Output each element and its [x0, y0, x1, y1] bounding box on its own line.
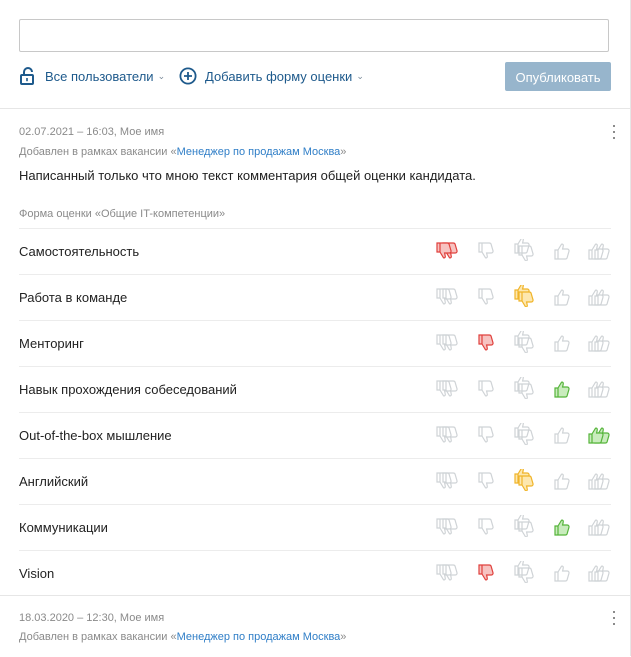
thumb-up-icon[interactable]	[553, 334, 571, 354]
comment-input[interactable]	[19, 19, 609, 52]
thumb-up-icon[interactable]	[553, 380, 571, 400]
comment-entry: 18.03.2020 – 12:30, Мое имя Добавлен в р…	[0, 595, 630, 657]
competency-label: Коммуникации	[19, 520, 108, 535]
more-vertical-icon[interactable]	[612, 611, 616, 625]
comment-context: Добавлен в рамках вакансии «Менеджер по …	[19, 631, 346, 643]
assessment-row: Самостоятельность	[19, 228, 611, 274]
assessment-row: Vision	[19, 550, 611, 596]
thumb-up-icon[interactable]	[553, 518, 571, 538]
context-suffix: »	[340, 146, 347, 158]
competency-label: Английский	[19, 474, 89, 489]
assessment-row: Менторинг	[19, 320, 611, 366]
thumbs-sideways-icon[interactable]	[513, 561, 535, 583]
rating-selector	[435, 551, 611, 596]
comment-meta-date: 02.07.2021 – 16:03, Мое имя	[19, 126, 165, 138]
rating-selector	[435, 413, 611, 458]
vacancy-link[interactable]: Менеджер по продажам Москва	[177, 631, 341, 643]
thumbs-sideways-icon[interactable]	[513, 469, 535, 491]
double-thumbs-down-icon[interactable]	[435, 564, 459, 584]
double-thumbs-down-icon[interactable]	[435, 472, 459, 492]
comment-context: Добавлен в рамках вакансии «Менеджер по …	[19, 146, 346, 158]
rating-selector	[435, 229, 611, 274]
publish-button[interactable]: Опубликовать	[505, 62, 611, 91]
double-thumbs-up-icon[interactable]	[587, 564, 611, 584]
context-suffix: »	[340, 631, 347, 643]
comment-entry: 02.07.2021 – 16:03, Мое имя Добавлен в р…	[0, 108, 630, 595]
thumbs-sideways-icon[interactable]	[513, 515, 535, 537]
assessment-row: Английский	[19, 458, 611, 504]
thumb-up-icon[interactable]	[553, 426, 571, 446]
double-thumbs-down-icon[interactable]	[435, 518, 459, 538]
context-prefix: Добавлен в рамках вакансии «	[19, 146, 177, 158]
double-thumbs-down-icon[interactable]	[435, 380, 459, 400]
context-prefix: Добавлен в рамках вакансии «	[19, 631, 177, 643]
double-thumbs-up-icon[interactable]	[587, 288, 611, 308]
thumbs-sideways-icon[interactable]	[513, 331, 535, 353]
thumb-down-icon[interactable]	[477, 288, 495, 308]
competency-label: Самостоятельность	[19, 244, 140, 259]
assessment-row: Out-of-the-box мышление	[19, 412, 611, 458]
lock-icon	[20, 67, 34, 85]
thumb-down-icon[interactable]	[477, 334, 495, 354]
vacancy-link[interactable]: Менеджер по продажам Москва	[177, 146, 341, 158]
assessment-form-title: Форма оценки «Общие IT-компетенции»	[19, 208, 226, 220]
assessment-rows: Самостоятельность Работа в команде Ментори…	[19, 228, 611, 596]
thumb-up-icon[interactable]	[553, 472, 571, 492]
add-form-label: Добавить форму оценки	[205, 68, 353, 84]
double-thumbs-down-icon[interactable]	[435, 242, 459, 262]
thumb-up-icon[interactable]	[553, 564, 571, 584]
thumbs-sideways-icon[interactable]	[513, 285, 535, 307]
double-thumbs-up-icon[interactable]	[587, 518, 611, 538]
double-thumbs-up-icon[interactable]	[587, 380, 611, 400]
thumb-down-icon[interactable]	[477, 426, 495, 446]
competency-label: Менторинг	[19, 336, 84, 351]
double-thumbs-down-icon[interactable]	[435, 334, 459, 354]
thumbs-sideways-icon[interactable]	[513, 377, 535, 399]
competency-label: Работа в команде	[19, 290, 128, 305]
thumbs-sideways-icon[interactable]	[513, 239, 535, 261]
double-thumbs-up-icon[interactable]	[587, 472, 611, 492]
thumb-down-icon[interactable]	[477, 472, 495, 492]
comment-text: Написанный только что мною текст коммент…	[19, 168, 476, 183]
thumb-up-icon[interactable]	[553, 242, 571, 262]
double-thumbs-down-icon[interactable]	[435, 426, 459, 446]
comment-meta-date: 18.03.2020 – 12:30, Мое имя	[19, 612, 165, 624]
rating-selector	[435, 275, 611, 320]
thumb-up-icon[interactable]	[553, 288, 571, 308]
thumb-down-icon[interactable]	[477, 380, 495, 400]
thumbs-sideways-icon[interactable]	[513, 423, 535, 445]
competency-label: Навык прохождения собеседований	[19, 382, 237, 397]
add-circle-icon	[179, 67, 197, 85]
double-thumbs-down-icon[interactable]	[435, 288, 459, 308]
competency-label: Out-of-the-box мышление	[19, 428, 172, 443]
rating-selector	[435, 459, 611, 504]
rating-selector	[435, 367, 611, 412]
assessment-row: Коммуникации	[19, 504, 611, 550]
more-vertical-icon[interactable]	[612, 125, 616, 139]
comment-composer: Все пользователи ⌄ Добавить форму оценки…	[0, 0, 630, 109]
visibility-dropdown[interactable]: Все пользователи ⌄	[19, 64, 165, 88]
chevron-down-icon: ⌄	[356, 70, 364, 81]
competency-label: Vision	[19, 566, 55, 581]
double-thumbs-up-icon[interactable]	[587, 426, 611, 446]
rating-selector	[435, 321, 611, 366]
rating-selector	[435, 505, 611, 550]
double-thumbs-up-icon[interactable]	[587, 334, 611, 354]
thumb-down-icon[interactable]	[477, 564, 495, 584]
double-thumbs-up-icon[interactable]	[587, 242, 611, 262]
assessment-row: Работа в команде	[19, 274, 611, 320]
comments-panel: Все пользователи ⌄ Добавить форму оценки…	[0, 0, 631, 656]
thumb-down-icon[interactable]	[477, 518, 495, 538]
add-form-dropdown[interactable]: Добавить форму оценки ⌄	[179, 64, 364, 88]
visibility-label: Все пользователи	[45, 68, 154, 84]
chevron-down-icon: ⌄	[157, 70, 166, 81]
assessment-row: Навык прохождения собеседований	[19, 366, 611, 412]
thumb-down-icon[interactable]	[477, 242, 495, 262]
